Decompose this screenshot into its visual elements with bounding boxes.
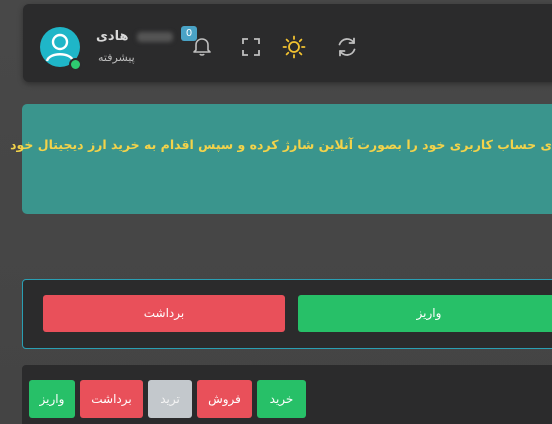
fullscreen-icon-svg [242,38,260,56]
user-name: هادی [96,29,129,44]
alert-message: ی حساب کاربری خود را بصورت آنلاین شارژ ک… [10,137,552,152]
toolbar-sell-button[interactable]: فروش [197,380,252,418]
info-alert: ی حساب کاربری خود را بصورت آنلاین شارژ ک… [10,104,552,214]
sun-icon[interactable] [282,35,306,59]
fullscreen-icon[interactable] [240,36,262,58]
toolbar-trade-button[interactable]: ترید [148,380,192,418]
refresh-icon[interactable] [335,35,359,59]
withdraw-button[interactable]: برداشت [43,295,285,332]
sun-icon-svg [282,35,306,59]
notification-badge[interactable]: 0 [181,26,197,41]
user-name-row[interactable]: هادی [96,29,174,44]
deposit-button[interactable]: واریز [298,295,552,332]
toolbar-buy-button[interactable]: خرید [257,380,306,418]
online-status-dot [69,58,82,71]
redacted-name [137,31,174,42]
user-level: پیشرفته [98,51,135,64]
dashboard-page: هادی پیشرفته 0 ی حساب کاربری خود را بصور… [0,0,552,424]
toolbar-withdraw-button[interactable]: برداشت [80,380,143,418]
refresh-icon-svg [338,37,356,57]
toolbar-deposit-button[interactable]: واریز [29,380,75,418]
